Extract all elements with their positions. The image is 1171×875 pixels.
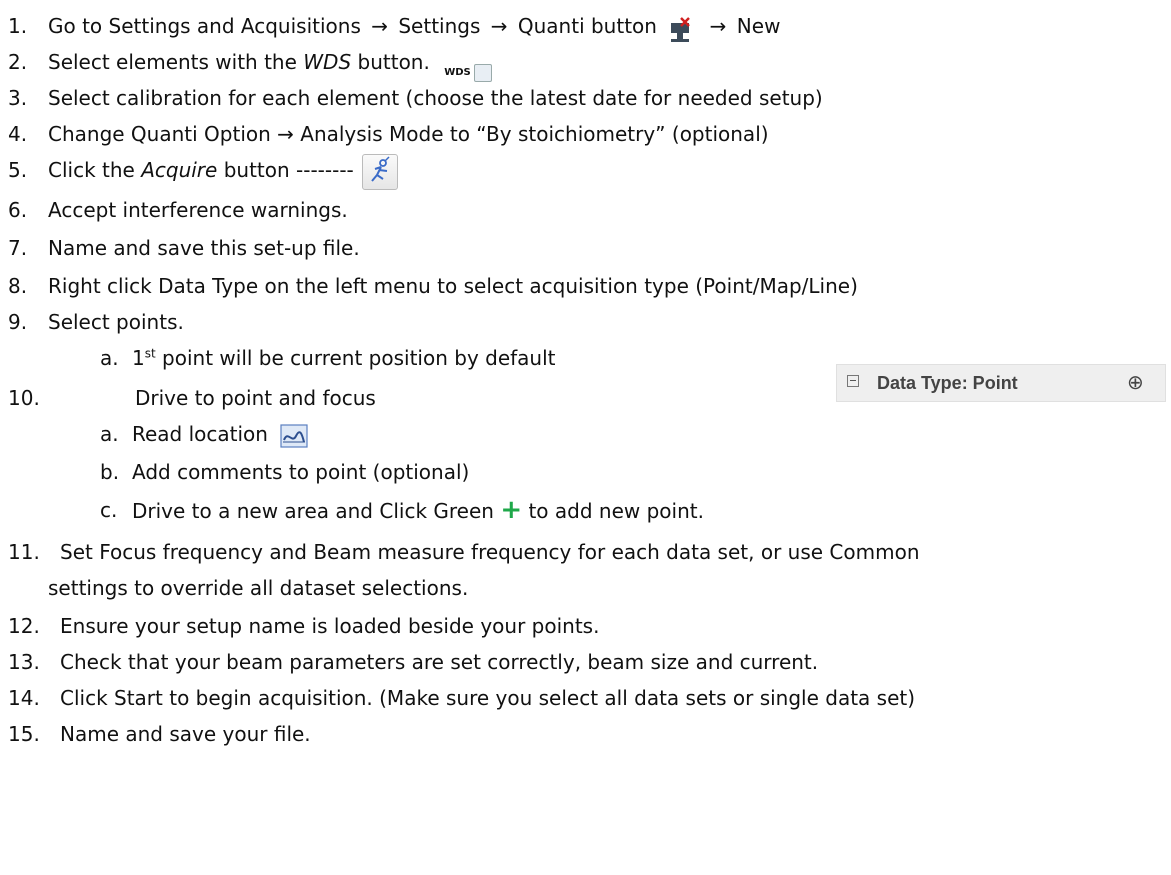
read-location-icon <box>280 423 308 448</box>
step-text: New <box>736 14 781 38</box>
step-text: Read location <box>132 422 268 446</box>
step-number: 11. <box>8 540 40 564</box>
data-type-panel[interactable]: Data Type: Point ⊕ <box>836 364 1166 402</box>
quanti-button-icon <box>671 16 691 42</box>
step-text: Accept interference warnings. <box>48 198 348 222</box>
step-text: Settings <box>398 14 481 38</box>
step-text: button. <box>351 50 430 74</box>
arrow: → <box>709 14 727 38</box>
arrow: → <box>490 14 508 38</box>
step-text: Select elements with the <box>48 50 304 74</box>
step-text: Quanti button <box>517 14 657 38</box>
data-type-label: Data Type: Point <box>877 373 1018 393</box>
step-number: c. <box>100 498 118 522</box>
add-circle-icon[interactable]: ⊕ <box>1127 365 1144 401</box>
wds-button-icon: WDS <box>444 54 492 82</box>
step-text: Check that your beam parameters are set … <box>60 650 819 674</box>
step-text: Change Quanti Option → Analysis Mode to … <box>48 122 769 146</box>
step-text: Ensure your setup name is loaded beside … <box>60 614 600 638</box>
step-number: b. <box>100 460 120 484</box>
step-text: button -------- <box>217 158 354 182</box>
step-text: Name and save this set-up file. <box>48 236 360 260</box>
step-text: Select calibration for each element (cho… <box>48 86 823 110</box>
step-emphasis: Acquire <box>141 158 218 182</box>
step-number: 12. <box>8 614 40 638</box>
green-plus-icon: + <box>500 495 523 525</box>
step-text: Add comments to point (optional) <box>132 460 470 484</box>
instruction-document: 1. Go to Settings and Acquisitions → Set… <box>0 0 1171 875</box>
step-number: a. <box>100 422 119 446</box>
step-number: 13. <box>8 650 40 674</box>
step-text: Go to Settings and Acquisitions <box>48 14 361 38</box>
step-number: 14. <box>8 686 40 710</box>
step-text: Set Focus frequency and Beam measure fre… <box>60 540 920 564</box>
step-emphasis: WDS <box>303 50 352 74</box>
step-text: Click Start to begin acquisition. (Make … <box>60 686 916 710</box>
arrow: → <box>371 14 388 38</box>
step-number: 7. <box>8 236 28 260</box>
step-number: 2. <box>8 50 28 74</box>
step-text: Select points. <box>48 310 184 334</box>
step-text: Right click Data Type on the left menu t… <box>48 274 858 298</box>
step-text: Name and save your file. <box>60 722 311 746</box>
step-number: 9. <box>8 310 28 334</box>
step-text: settings to override all dataset selecti… <box>48 576 469 600</box>
step-number: 15. <box>8 722 40 746</box>
step-number: 5. <box>8 158 28 182</box>
acquire-runner-icon <box>362 153 399 190</box>
collapse-icon[interactable] <box>847 375 859 387</box>
step-number: 8. <box>8 274 28 298</box>
step-number: 10. <box>8 386 40 410</box>
step-number: 1. <box>8 14 28 38</box>
step-text: Click the <box>48 158 142 182</box>
step-text: Drive to point and focus <box>135 386 376 410</box>
step-number: 3. <box>8 86 28 110</box>
step-number: 4. <box>8 122 28 146</box>
step-text: Drive to a new area and Click Green <box>132 499 494 523</box>
step-number: a. <box>100 346 119 370</box>
step-number: 6. <box>8 198 28 222</box>
